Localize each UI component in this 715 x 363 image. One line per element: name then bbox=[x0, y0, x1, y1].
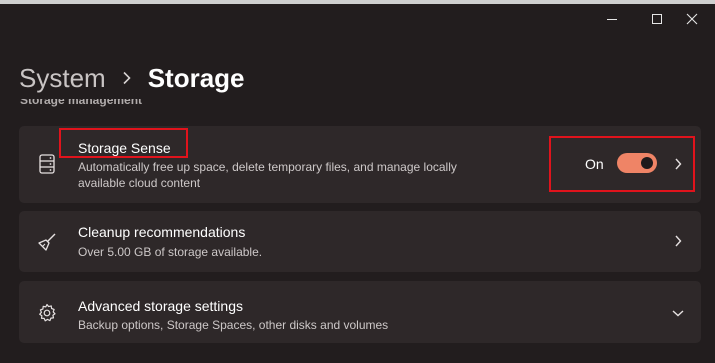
page-title: Storage bbox=[147, 62, 245, 93]
broom-icon bbox=[36, 231, 58, 253]
advanced-storage-title: Advanced storage settings bbox=[78, 298, 243, 314]
close-button[interactable] bbox=[680, 8, 704, 30]
section-heading: Storage management bbox=[20, 99, 143, 107]
advanced-storage-settings-card[interactable]: Advanced storage settings Backup options… bbox=[19, 281, 701, 343]
storage-sense-toggle[interactable] bbox=[617, 153, 657, 173]
minimize-button[interactable] bbox=[600, 8, 624, 30]
storage-sense-title: Storage Sense bbox=[78, 140, 171, 156]
chevron-down-icon[interactable] bbox=[672, 307, 684, 319]
storage-sense-description: Automatically free up space, delete temp… bbox=[78, 160, 457, 190]
chevron-right-icon[interactable] bbox=[672, 235, 684, 247]
storage-sense-toggle-label: On bbox=[585, 156, 604, 172]
storage-sense-card[interactable]: Storage Sense Automatically free up spac… bbox=[19, 126, 701, 203]
gear-icon bbox=[36, 302, 58, 324]
toggle-knob bbox=[641, 157, 653, 169]
storage-drive-icon bbox=[36, 153, 58, 175]
cleanup-title: Cleanup recommendations bbox=[78, 224, 246, 240]
chevron-right-icon[interactable] bbox=[672, 158, 684, 170]
chevron-right-icon bbox=[122, 71, 132, 85]
window-top-edge bbox=[0, 0, 715, 4]
advanced-storage-description: Backup options, Storage Spaces, other di… bbox=[78, 318, 389, 332]
maximize-button[interactable] bbox=[645, 8, 669, 30]
cleanup-description: Over 5.00 GB of storage available. bbox=[78, 245, 263, 259]
cleanup-recommendations-card[interactable]: Cleanup recommendations Over 5.00 GB of … bbox=[19, 211, 701, 272]
close-icon bbox=[686, 13, 698, 25]
maximize-icon bbox=[652, 14, 662, 24]
minimize-icon bbox=[607, 18, 617, 20]
breadcrumb: System Storage bbox=[19, 60, 245, 96]
breadcrumb-parent-system[interactable]: System bbox=[19, 63, 106, 94]
